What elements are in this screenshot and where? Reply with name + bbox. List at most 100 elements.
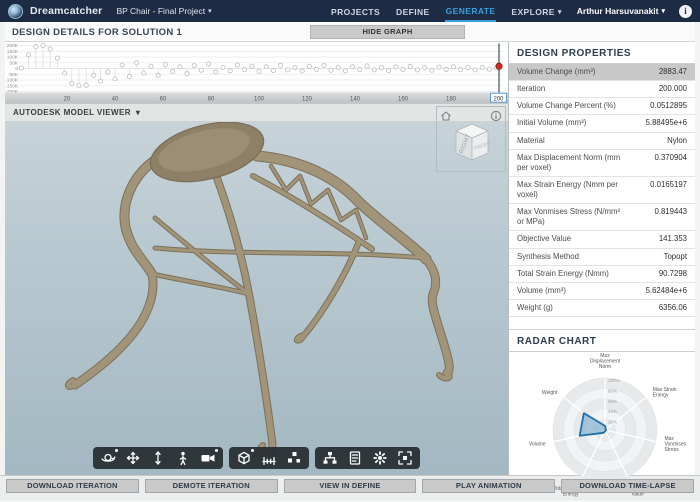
iteration-graph[interactable]: 200K150K100K50K0-50K-100K-150K-200K20406…	[5, 42, 508, 103]
hide-graph-button[interactable]: HIDE GRAPH	[310, 25, 465, 39]
iteration-slider[interactable]: 200	[491, 93, 507, 102]
svg-text:100: 100	[254, 97, 265, 103]
property-row[interactable]: Iteration200.000	[509, 81, 695, 98]
view-in-define-button[interactable]: VIEW IN DEFINE	[284, 479, 417, 493]
svg-text:MaxVonmisesStress: MaxVonmisesStress	[664, 436, 686, 453]
property-row[interactable]: Volume Change (mm³) 2883.47	[509, 64, 695, 81]
property-row[interactable]: Max Displacement Norm (mm per voxel) 0.37…	[509, 150, 695, 177]
iteration-graph-strip: 200K150K100K50K0-50K-100K-150K-200K20406…	[5, 42, 508, 104]
svg-text:-50K: -50K	[8, 72, 19, 78]
property-row[interactable]: Initial Volume (mm³)5.88495e+6	[509, 115, 695, 132]
property-value: 90.7298	[659, 269, 687, 279]
orbit-icon[interactable]	[100, 450, 116, 466]
property-row[interactable]: Objective Value 141.353	[509, 231, 695, 248]
explode-icon[interactable]	[286, 450, 302, 466]
property-value: Nylon	[667, 136, 687, 146]
radar-chart-title: RADAR CHART	[509, 329, 695, 352]
user-menu[interactable]: Arthur Harsuvanakit	[577, 6, 665, 16]
svg-text:20: 20	[64, 97, 71, 103]
nav-item-generate[interactable]: GENERATE	[445, 1, 497, 22]
svg-text:100K: 100K	[7, 55, 19, 61]
selected-iteration-marker[interactable]	[496, 63, 502, 69]
property-value: 6356.06	[659, 303, 687, 313]
property-row[interactable]: Material Nylon	[509, 133, 695, 150]
first-person-icon[interactable]	[175, 450, 191, 466]
property-row[interactable]: Max Strain Energy (Nmm per voxel)0.01651…	[509, 177, 695, 204]
nav-item-explore[interactable]: EXPLORE	[510, 2, 562, 21]
measure-icon[interactable]	[261, 450, 277, 466]
svg-text:50K: 50K	[9, 60, 18, 66]
svg-text:40%: 40%	[608, 409, 617, 414]
download-time-lapse-button[interactable]: DOWNLOAD TIME-LAPSE	[561, 479, 694, 493]
svg-text:200: 200	[493, 96, 504, 102]
property-row[interactable]: Synthesis MethodTopopt	[509, 249, 695, 266]
nav-item-define[interactable]: DEFINE	[395, 2, 431, 21]
viewer-mode-dropdown[interactable]: AUTODESK MODEL VIEWER	[13, 108, 140, 117]
svg-text:140: 140	[350, 97, 361, 103]
design-properties-title: DESIGN PROPERTIES	[509, 42, 695, 64]
section-icon[interactable]	[236, 450, 252, 466]
viewcube[interactable]: RIGHT FRONT	[450, 121, 494, 163]
property-label: Material	[517, 136, 545, 146]
nav-item-projects[interactable]: PROJECTS	[330, 2, 381, 21]
property-label: Volume (mm³)	[517, 286, 566, 296]
svg-text:Max StrainEnergy: Max StrainEnergy	[653, 387, 677, 399]
svg-text:MaxDisplacementNorm: MaxDisplacementNorm	[590, 353, 621, 370]
svg-text:150K: 150K	[7, 49, 19, 55]
fullscreen-icon[interactable]	[397, 450, 413, 466]
svg-text:60%: 60%	[608, 399, 617, 404]
settings-icon[interactable]	[372, 450, 388, 466]
svg-text:40: 40	[112, 97, 119, 103]
download-iteration-button[interactable]: DOWNLOAD ITERATION	[6, 479, 139, 493]
property-value: 200.000	[659, 84, 687, 94]
property-label: Synthesis Method	[517, 252, 579, 262]
page-title: DESIGN DETAILS FOR SOLUTION 1	[12, 27, 182, 38]
property-label: Objective Value	[517, 234, 571, 244]
property-label: Max Vonmises Stress (N/mm² or MPa)	[517, 207, 629, 227]
property-value: 141.353	[659, 234, 687, 244]
camera-icon[interactable]	[200, 450, 216, 466]
svg-text:0: 0	[15, 66, 18, 72]
model-viewer[interactable]: AUTODESK MODEL VIEWER RIGHT FRON	[5, 104, 508, 475]
pan-icon[interactable]	[125, 450, 141, 466]
svg-text:-100K: -100K	[5, 78, 19, 84]
svg-text:100%: 100%	[608, 378, 620, 383]
play-animation-button[interactable]: PLAY ANIMATION	[422, 479, 555, 493]
property-value: 0.819443	[654, 207, 687, 227]
svg-text:-150K: -150K	[5, 83, 19, 89]
property-row[interactable]: Max Vonmises Stress (N/mm² or MPa) 0.8194…	[509, 204, 695, 231]
app-title: Dreamcatcher	[30, 5, 102, 17]
project-selector[interactable]: BP Chair - Final Project	[116, 6, 211, 16]
property-row[interactable]: Weight (g) 6356.06	[509, 300, 695, 317]
top-nav-bar: Dreamcatcher BP Chair - Final Project PR…	[0, 0, 700, 22]
info-icon[interactable]: i	[679, 5, 692, 18]
zoom-icon[interactable]	[150, 450, 166, 466]
svg-text:80: 80	[208, 97, 215, 103]
toolbar-group	[315, 447, 420, 469]
properties-icon[interactable]	[347, 450, 363, 466]
svg-text:160: 160	[398, 97, 409, 103]
toolbar-group	[229, 447, 309, 469]
property-value: 0.0512895	[650, 101, 687, 111]
property-label: Volume Change (mm³)	[517, 67, 595, 77]
property-row[interactable]: Total Strain Energy (Nmm)90.7298	[509, 266, 695, 283]
property-row[interactable]: Volume Change Percent (%)0.0512895	[509, 98, 695, 115]
svg-text:180: 180	[446, 97, 457, 103]
property-value: 5.88495e+6	[646, 118, 687, 128]
model-tree-icon[interactable]	[322, 450, 338, 466]
detail-header: DESIGN DETAILS FOR SOLUTION 1 HIDE GRAPH	[5, 22, 695, 42]
design-properties-panel: DESIGN PROPERTIES Volume Change (mm³) 288…	[508, 42, 695, 475]
property-label: Max Displacement Norm (mm per voxel)	[517, 153, 629, 173]
demote-iteration-button[interactable]: DEMOTE ITERATION	[145, 479, 278, 493]
property-value: 0.370904	[654, 153, 687, 173]
property-value: 0.0165197	[650, 180, 687, 200]
svg-text:200K: 200K	[7, 43, 19, 49]
svg-text:Volume: Volume	[529, 442, 546, 448]
property-label: Weight (g)	[517, 303, 553, 313]
property-value: 5.62484e+6	[646, 286, 687, 296]
property-value: 2883.47	[659, 67, 687, 77]
svg-text:Weight: Weight	[542, 390, 558, 396]
property-row[interactable]: Volume (mm³) 5.62484e+6	[509, 283, 695, 300]
chair-model[interactable]	[5, 122, 508, 475]
svg-text:20%: 20%	[608, 420, 617, 425]
